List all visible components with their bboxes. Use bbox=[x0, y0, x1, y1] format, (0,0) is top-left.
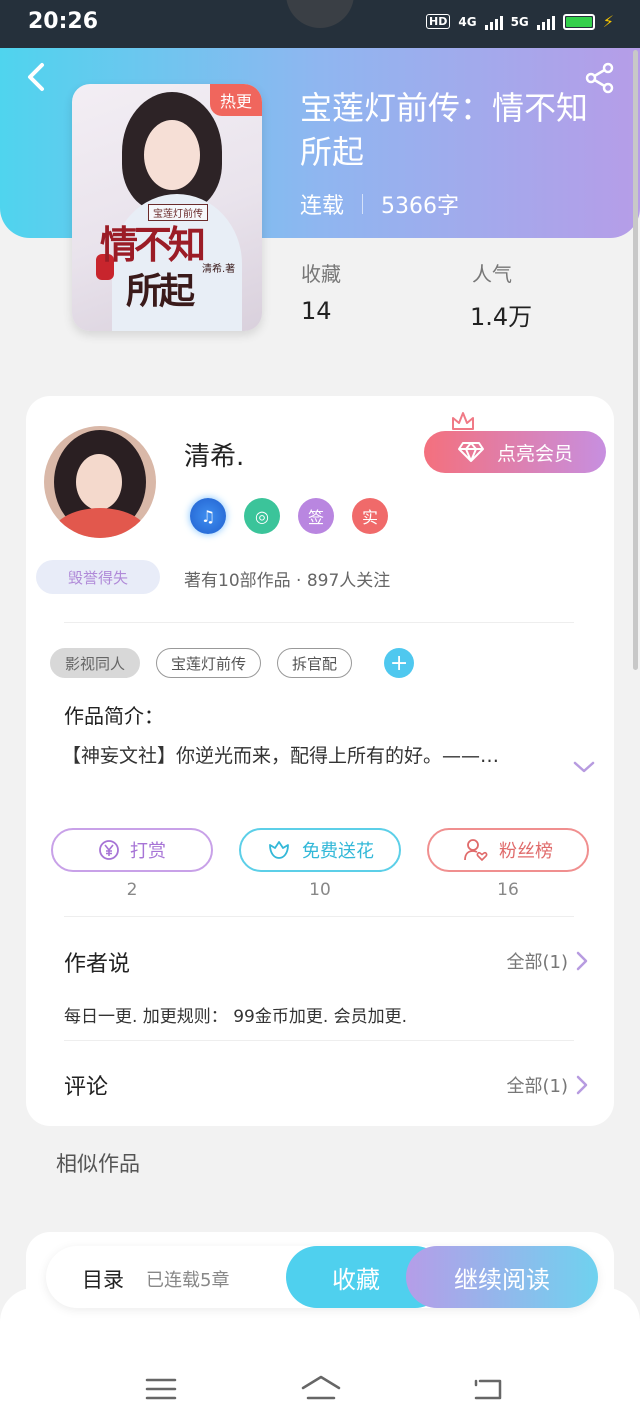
status-time: 20:26 bbox=[28, 9, 99, 34]
cover-title-line2: 所起 bbox=[126, 270, 195, 312]
chevron-down-icon[interactable] bbox=[572, 758, 596, 776]
book-title: 宝莲灯前传：情不知所起 bbox=[300, 89, 589, 171]
divider bbox=[64, 622, 574, 623]
divider bbox=[64, 1040, 574, 1041]
favorites-label: 收藏 bbox=[301, 262, 341, 286]
serial-status-label: 连载 bbox=[300, 194, 345, 219]
author-avatar[interactable] bbox=[44, 426, 156, 538]
chevron-right-icon bbox=[576, 951, 588, 971]
comments-more-link[interactable]: 全部(1) bbox=[507, 1072, 589, 1098]
signed-badge[interactable]: 签 bbox=[298, 498, 334, 534]
flower-count: 10 bbox=[309, 880, 331, 900]
fans-count: 16 bbox=[497, 880, 519, 900]
hot-badge: 热更 bbox=[209, 84, 262, 116]
collect-button-label: 收藏 bbox=[332, 1265, 380, 1294]
reward-button-label: 打赏 bbox=[130, 841, 166, 862]
favorites-value: 14 bbox=[301, 297, 332, 325]
diamond-icon bbox=[457, 442, 484, 462]
fame-tag: 毁誉得失 bbox=[36, 560, 160, 594]
flower-icon bbox=[269, 841, 289, 859]
book-meta: 连载 5366字 bbox=[300, 188, 459, 220]
status-bar: 20:26 HD 4G 5G ⚡ bbox=[0, 0, 640, 48]
user-heart-icon bbox=[464, 839, 488, 862]
add-tag-button[interactable]: + bbox=[384, 648, 415, 678]
fan-ranking-button-label: 粉丝榜 bbox=[499, 841, 553, 862]
cover-title-line1: 情不知 bbox=[100, 222, 206, 267]
comments-title: 评论 bbox=[64, 1075, 109, 1100]
similar-works-title: 相似作品 bbox=[56, 1152, 140, 1176]
system-nav-bar bbox=[0, 1360, 640, 1420]
popularity-label: 人气 bbox=[472, 262, 512, 286]
serial-chapters-status: 已连载5章 bbox=[146, 1270, 230, 1291]
divider bbox=[64, 916, 574, 917]
chevron-right-icon bbox=[576, 1075, 588, 1095]
coin-badge-icon[interactable]: ◎ bbox=[244, 498, 280, 534]
author-says-title: 作者说 bbox=[64, 952, 131, 977]
crown-icon bbox=[452, 412, 474, 430]
battery-icon bbox=[562, 13, 595, 30]
meta-divider bbox=[362, 194, 364, 214]
tag-item[interactable]: 宝莲灯前传 bbox=[156, 648, 262, 678]
network-5g-label: 5G bbox=[510, 14, 529, 29]
music-badge-icon[interactable]: ♫ bbox=[190, 498, 226, 534]
author-name[interactable]: 清希. bbox=[184, 436, 244, 473]
back-arrow-icon[interactable] bbox=[22, 62, 52, 92]
status-icons: HD 4G 5G ⚡ bbox=[426, 12, 614, 31]
synopsis-label: 作品简介： bbox=[64, 704, 164, 728]
back-nav-icon[interactable] bbox=[472, 1374, 506, 1404]
send-flower-button[interactable]: 免费送花 bbox=[239, 828, 401, 872]
cover-illustration-face bbox=[144, 120, 200, 190]
continue-reading-label: 继续阅读 bbox=[454, 1265, 550, 1294]
continue-reading-button[interactable]: 继续阅读 bbox=[406, 1246, 598, 1308]
scrollbar[interactable] bbox=[633, 50, 638, 670]
tag-list: 影视同人 宝莲灯前传 拆官配 + bbox=[50, 648, 415, 678]
tag-item[interactable]: 影视同人 bbox=[50, 648, 141, 678]
verified-badge[interactable]: 实 bbox=[352, 498, 388, 534]
activate-membership-button[interactable]: 点亮会员 bbox=[424, 431, 606, 473]
author-says-more-label: 全部(1) bbox=[506, 952, 569, 973]
author-badges: ♫ ◎ 签 实 bbox=[190, 498, 388, 534]
charging-icon: ⚡ bbox=[602, 12, 614, 31]
author-stats: 著有10部作品 · 897人关注 bbox=[184, 571, 391, 591]
reward-count: 2 bbox=[126, 880, 138, 900]
signal-icon bbox=[484, 14, 503, 30]
fan-ranking-button[interactable]: 粉丝榜 bbox=[427, 828, 589, 872]
comments-more-label: 全部(1) bbox=[506, 1076, 569, 1097]
fame-tag-label: 毁誉得失 bbox=[67, 568, 128, 587]
table-of-contents-button[interactable]: 目录 bbox=[82, 1264, 124, 1294]
book-cover[interactable]: 宝莲灯前传 情不知 所起 清希.著 热更 bbox=[72, 84, 262, 331]
reward-button[interactable]: 打赏 bbox=[51, 828, 213, 872]
menu-icon[interactable] bbox=[144, 1374, 178, 1404]
author-says-more-link[interactable]: 全部(1) bbox=[507, 948, 589, 974]
word-count: 5366字 bbox=[381, 194, 460, 219]
send-flower-button-label: 免费送花 bbox=[302, 841, 374, 862]
yen-coin-icon bbox=[99, 840, 119, 860]
network-4g-label: 4G bbox=[458, 14, 477, 29]
popularity-value: 1.4万 bbox=[470, 303, 533, 331]
home-icon[interactable] bbox=[300, 1374, 342, 1404]
tag-item[interactable]: 拆官配 bbox=[277, 648, 353, 678]
synopsis-text: 【神妄文社】你逆光而来，配得上所有的好。——… bbox=[62, 745, 500, 767]
signal-icon-2 bbox=[536, 14, 555, 30]
membership-button-label: 点亮会员 bbox=[496, 442, 573, 465]
camera-notch bbox=[286, 0, 354, 28]
cover-author: 清希.著 bbox=[202, 264, 236, 275]
hd-icon: HD bbox=[426, 14, 451, 29]
author-note: 每日一更. 加更规则： 99金币加更. 会员加更. bbox=[64, 1007, 408, 1027]
